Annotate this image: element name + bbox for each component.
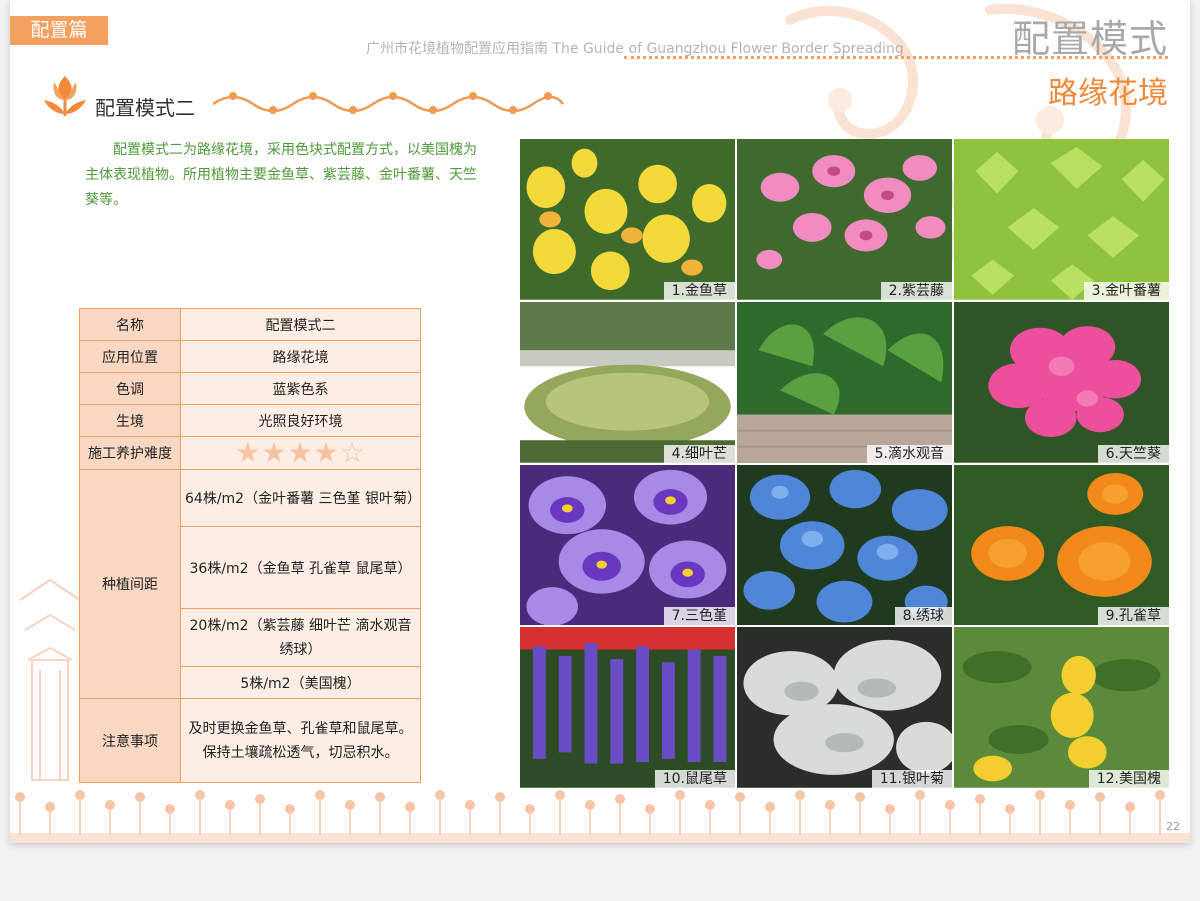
table-row: 注意事项 及时更换金鱼草、孔雀草和鼠尾草。保持土壤疏松透气，切忌积水。 [79,698,421,783]
difficulty-rating: ★★★★☆ [180,436,421,470]
table-row: 种植间距 64株/m2（金叶番薯 三色堇 银叶菊） [79,469,421,699]
photo-caption: 7.三色堇 [663,607,735,626]
photo-caption: 4.细叶芒 [663,444,735,463]
photo-marigold: 9.孔雀草 [954,464,1169,626]
photo-sophora: 12.美国槐 [954,627,1169,788]
position-label: 应用位置 [79,340,181,373]
description-text: 配置模式二为路缘花境，采用色块式配置方式，以美国槐为主体表现植物。所用植物主要金… [85,142,477,208]
page-number: 22 [1166,820,1180,833]
name-label: 名称 [79,308,181,341]
mode-subtitle: 路缘花境 [1048,76,1168,111]
spacing-value-4: 5株/m2（美国槐） [180,666,421,699]
guide-title: 广州市花境植物配置应用指南 The Guide of Guangzhou Flo… [366,41,904,57]
table-row: 生境 光照良好环境 [79,404,421,437]
page: 配置篇 广州市花境植物配置应用指南 The Guide of Guangzhou… [10,0,1190,843]
filled-stars-icon: ★★★★ [235,436,340,469]
table-row: 色调 蓝紫色系 [79,372,421,405]
tone-value: 蓝紫色系 [180,372,421,405]
photo-caption: 6.天竺葵 [1097,444,1169,463]
spacing-value-3: 20株/m2（紫芸藤 细叶芒 滴水观音绣球） [180,608,421,667]
mode-title: 配置模式 [1011,17,1168,61]
position-value: 路缘花境 [180,340,421,373]
tulip-icon [44,76,86,116]
table-row: 施工养护难度 ★★★★☆ [79,436,421,470]
empty-star-icon: ☆ [339,436,366,469]
spacing-value-1: 64株/m2（金叶番薯 三色堇 银叶菊） [180,469,421,527]
photo-caption: 8.绣球 [894,607,952,626]
photo-geranium: 6.天竺葵 [954,301,1169,463]
photo-miscanthus: 4.细叶芒 [520,301,735,463]
difficulty-label: 施工养护难度 [79,436,181,470]
notes-label: 注意事项 [79,698,181,783]
vine-ornament-icon [212,92,565,114]
section-tag: 配置篇 [10,16,108,45]
section-title: 配置模式二 [95,96,195,120]
tone-label: 色调 [79,372,181,405]
photo-snapdragon: 1.金鱼草 [520,139,735,300]
photo-dusty-miller: 11.银叶菊 [737,627,952,788]
notes-value: 及时更换金鱼草、孔雀草和鼠尾草。保持土壤疏松透气，切忌积水。 [180,698,421,783]
photo-pansy: 7.三色堇 [520,464,735,626]
photo-elephant-ear: 5.滴水观音 [737,301,952,463]
spacing-label: 种植间距 [79,469,181,699]
plant-photo-grid: 1.金鱼草 2.紫芸藤 3.金叶番薯 4.细叶芒 5.滴水观音 6.天竺葵 7.… [520,139,1169,788]
photo-hydrangea: 8.绣球 [737,464,952,626]
plant-info-table: 名称 配置模式二 应用位置 路缘花境 色调 蓝紫色系 生境 光照良好环境 施工养… [79,308,421,783]
spacing-value-2: 36株/m2（金鱼草 孔雀草 鼠尾草） [180,526,421,609]
photo-caption: 9.孔雀草 [1097,607,1169,626]
name-value: 配置模式二 [180,308,421,341]
table-row: 名称 配置模式二 [79,308,421,341]
photo-golden-sweet-potato: 3.金叶番薯 [954,139,1169,300]
photo-salvia: 10.鼠尾草 [520,627,735,788]
pagoda-illustration [19,578,81,781]
photo-pink-trumpet-vine: 2.紫芸藤 [737,139,952,300]
photo-caption: 1.金鱼草 [663,281,735,300]
photo-caption: 2.紫芸藤 [880,281,952,300]
footer-flower-border [10,790,1190,843]
dotted-divider [624,56,1168,59]
photo-caption: 5.滴水观音 [866,444,952,463]
photo-caption: 3.金叶番薯 [1083,281,1169,300]
habitat-value: 光照良好环境 [180,404,421,437]
table-row: 应用位置 路缘花境 [79,340,421,373]
habitat-label: 生境 [79,404,181,437]
